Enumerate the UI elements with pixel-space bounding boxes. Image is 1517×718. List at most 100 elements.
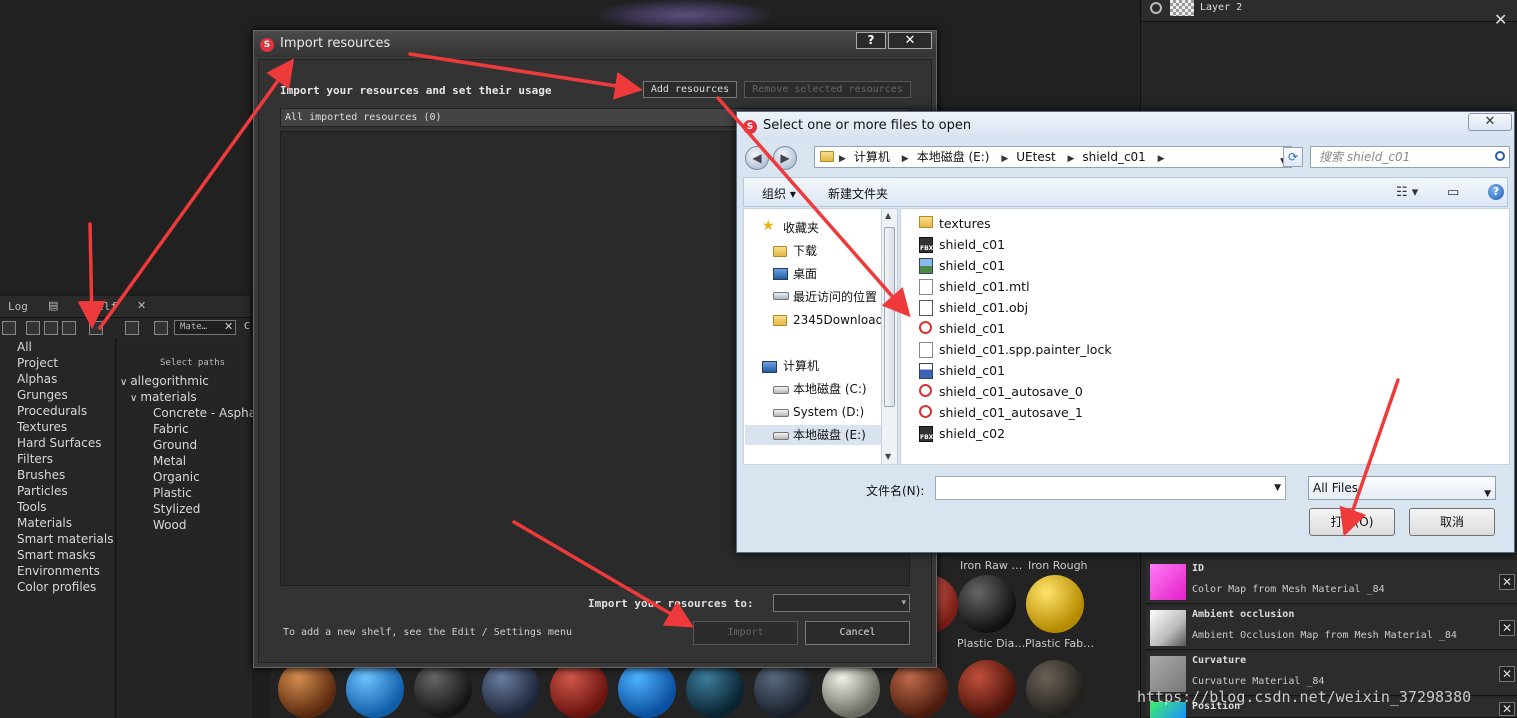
import-button[interactable]: Import [693,621,798,645]
shelf-path-item[interactable]: Stylized [120,501,264,517]
open-button[interactable]: 打开(O) [1309,508,1395,536]
nav-computer[interactable]: 计算机 [783,356,819,376]
close-icon[interactable]: ✕ [1499,702,1515,716]
material-ball[interactable] [958,660,1016,718]
close-icon[interactable]: ✕ [1499,666,1515,682]
tab-shelf[interactable]: Shelf [84,300,117,313]
new-folder-button[interactable]: 新建文件夹 [828,185,888,202]
eye-icon[interactable] [1150,2,1162,14]
nav-2345download[interactable]: 2345Download [793,310,881,330]
search-input[interactable]: 搜索 shield_c01 [1310,146,1510,168]
material-ball[interactable] [414,660,472,718]
import-icon[interactable] [89,321,103,335]
shelf-category-item[interactable]: Smart masks [17,547,113,563]
cancel-button[interactable]: 取消 [1409,508,1495,536]
preview-pane-icon[interactable]: ▭ [1447,185,1459,200]
collapse-icon[interactable] [2,321,16,335]
help-icon[interactable]: ? [1488,184,1504,200]
shelf-category-item[interactable]: Brushes [17,467,113,483]
shelf-path-item[interactable]: Fabric [120,421,264,437]
shelf-category-item[interactable]: Particles [17,483,113,499]
scroll-up-icon[interactable]: ▲ [885,211,891,220]
back-arrow-icon[interactable]: ◀ [745,146,769,170]
shelf-category-item[interactable]: Smart materials [17,531,113,547]
new-shelf-icon[interactable] [26,321,40,335]
nav-recent[interactable]: 最近访问的位置 [793,287,877,307]
nav-desktop[interactable]: 桌面 [793,264,817,284]
nav-drive-d[interactable]: System (D:) [793,402,864,422]
texture-card-id[interactable]: ID Color Map from Mesh Material _84 ✕ [1146,560,1517,604]
chevron-down-icon[interactable]: ∨ [120,377,127,388]
breadcrumb-uetest[interactable]: UEtest [1016,150,1055,164]
breadcrumb-drive-e[interactable]: 本地磁盘 (E:) [917,150,990,164]
tab-log[interactable]: Log [8,300,28,313]
shelf-path-item[interactable]: ∨ materials [120,389,264,405]
help-button[interactable]: ? [856,32,886,49]
organize-menu[interactable]: 组织 ▾ [762,185,796,202]
shelf-path-item[interactable]: Metal [120,453,264,469]
shelf-category-item[interactable]: Hard Surfaces [17,435,113,451]
material-ball[interactable] [754,660,812,718]
filter-clear-icon[interactable]: ✕ [224,320,233,333]
cancel-button[interactable]: Cancel [805,621,910,645]
chevron-down-icon[interactable]: ▼ [1274,483,1281,493]
shelf-path-item[interactable]: ∨ allegorithmic [120,373,264,389]
close-button[interactable]: ✕ [888,32,932,49]
material-ball[interactable] [1026,660,1084,718]
add-resources-button[interactable]: Add resources [643,81,737,98]
view-options-icon[interactable]: ☷ ▾ [1396,185,1418,200]
shelf-category-item[interactable]: Tools [17,499,113,515]
shelf-category-item[interactable]: Materials [17,515,113,531]
material-ball[interactable] [958,575,1016,633]
material-ball[interactable] [822,660,880,718]
shelf-category-item[interactable]: Procedurals [17,403,113,419]
forward-arrow-icon[interactable]: ▶ [773,146,797,170]
undo-icon[interactable] [154,321,168,335]
shelf-category-item[interactable]: Project [17,355,113,371]
shelf-category-item[interactable]: Environments [17,563,113,579]
shelf-path-item[interactable]: Concrete - Asphalt [120,405,264,421]
navigation-scrollbar[interactable]: ▲ ▼ [881,208,898,465]
layer-row[interactable] [1142,0,1517,22]
shelf-category-item[interactable]: Alphas [17,371,113,387]
nav-drive-c[interactable]: 本地磁盘 (C:) [793,379,867,399]
remove-selected-resources-button[interactable]: Remove selected resources [744,81,911,98]
material-ball[interactable] [550,660,608,718]
shelf-path-item[interactable]: Ground [120,437,264,453]
shelf-category-item[interactable]: Color profiles [17,579,113,595]
shelf-path-item[interactable]: Plastic [120,485,264,501]
filter-icon[interactable] [125,321,139,335]
file-dialog-titlebar[interactable]: S Select one or more files to open ✕ [737,112,1514,140]
texture-card-ao[interactable]: Ambient occlusion Ambient Occlusion Map … [1146,606,1517,650]
extra-tab[interactable]: C [244,321,250,332]
material-ball[interactable] [618,660,676,718]
import-dialog-titlebar[interactable]: S Import resources ? ✕ [254,31,936,57]
file-type-filter[interactable]: All Files ▼ [1308,476,1496,500]
refresh-icon[interactable]: ⟳ [1283,147,1303,167]
import-to-dropdown[interactable]: ▾ [773,594,910,612]
shelf-category-item[interactable]: All [17,339,113,355]
material-ball[interactable] [482,660,540,718]
scroll-down-icon[interactable]: ▼ [885,452,891,461]
material-ball[interactable] [278,660,336,718]
shelf-path-item[interactable]: Wood [120,517,264,533]
material-ball[interactable] [686,660,744,718]
shelf-path-item[interactable]: Organic [120,469,264,485]
nav-drive-e[interactable]: 本地磁盘 (E:) [793,425,866,445]
shelf-category-item[interactable]: Filters [17,451,113,467]
material-ball[interactable] [890,660,948,718]
address-bar[interactable]: ▶计算机 ▶本地磁盘 (E:) ▶UEtest ▶shield_c01 ▶ ▼ [814,146,1292,168]
shelf-list-icon[interactable] [62,321,76,335]
shelf-category-item[interactable]: Grunges [17,387,113,403]
material-ball[interactable] [346,660,404,718]
folder-icon[interactable] [44,321,58,335]
close-button[interactable]: ✕ [1468,113,1512,131]
close-icon[interactable]: ✕ [1499,620,1515,636]
breadcrumb-computer[interactable]: 计算机 [854,150,890,164]
filename-input[interactable]: ▼ [935,476,1286,500]
close-icon[interactable]: ✕ [1499,574,1515,590]
chevron-down-icon[interactable]: ∨ [130,393,137,404]
nav-favorites[interactable]: 收藏夹 [783,218,819,238]
close-icon[interactable]: ✕ [1494,10,1507,29]
shelf-category-item[interactable]: Textures [17,419,113,435]
